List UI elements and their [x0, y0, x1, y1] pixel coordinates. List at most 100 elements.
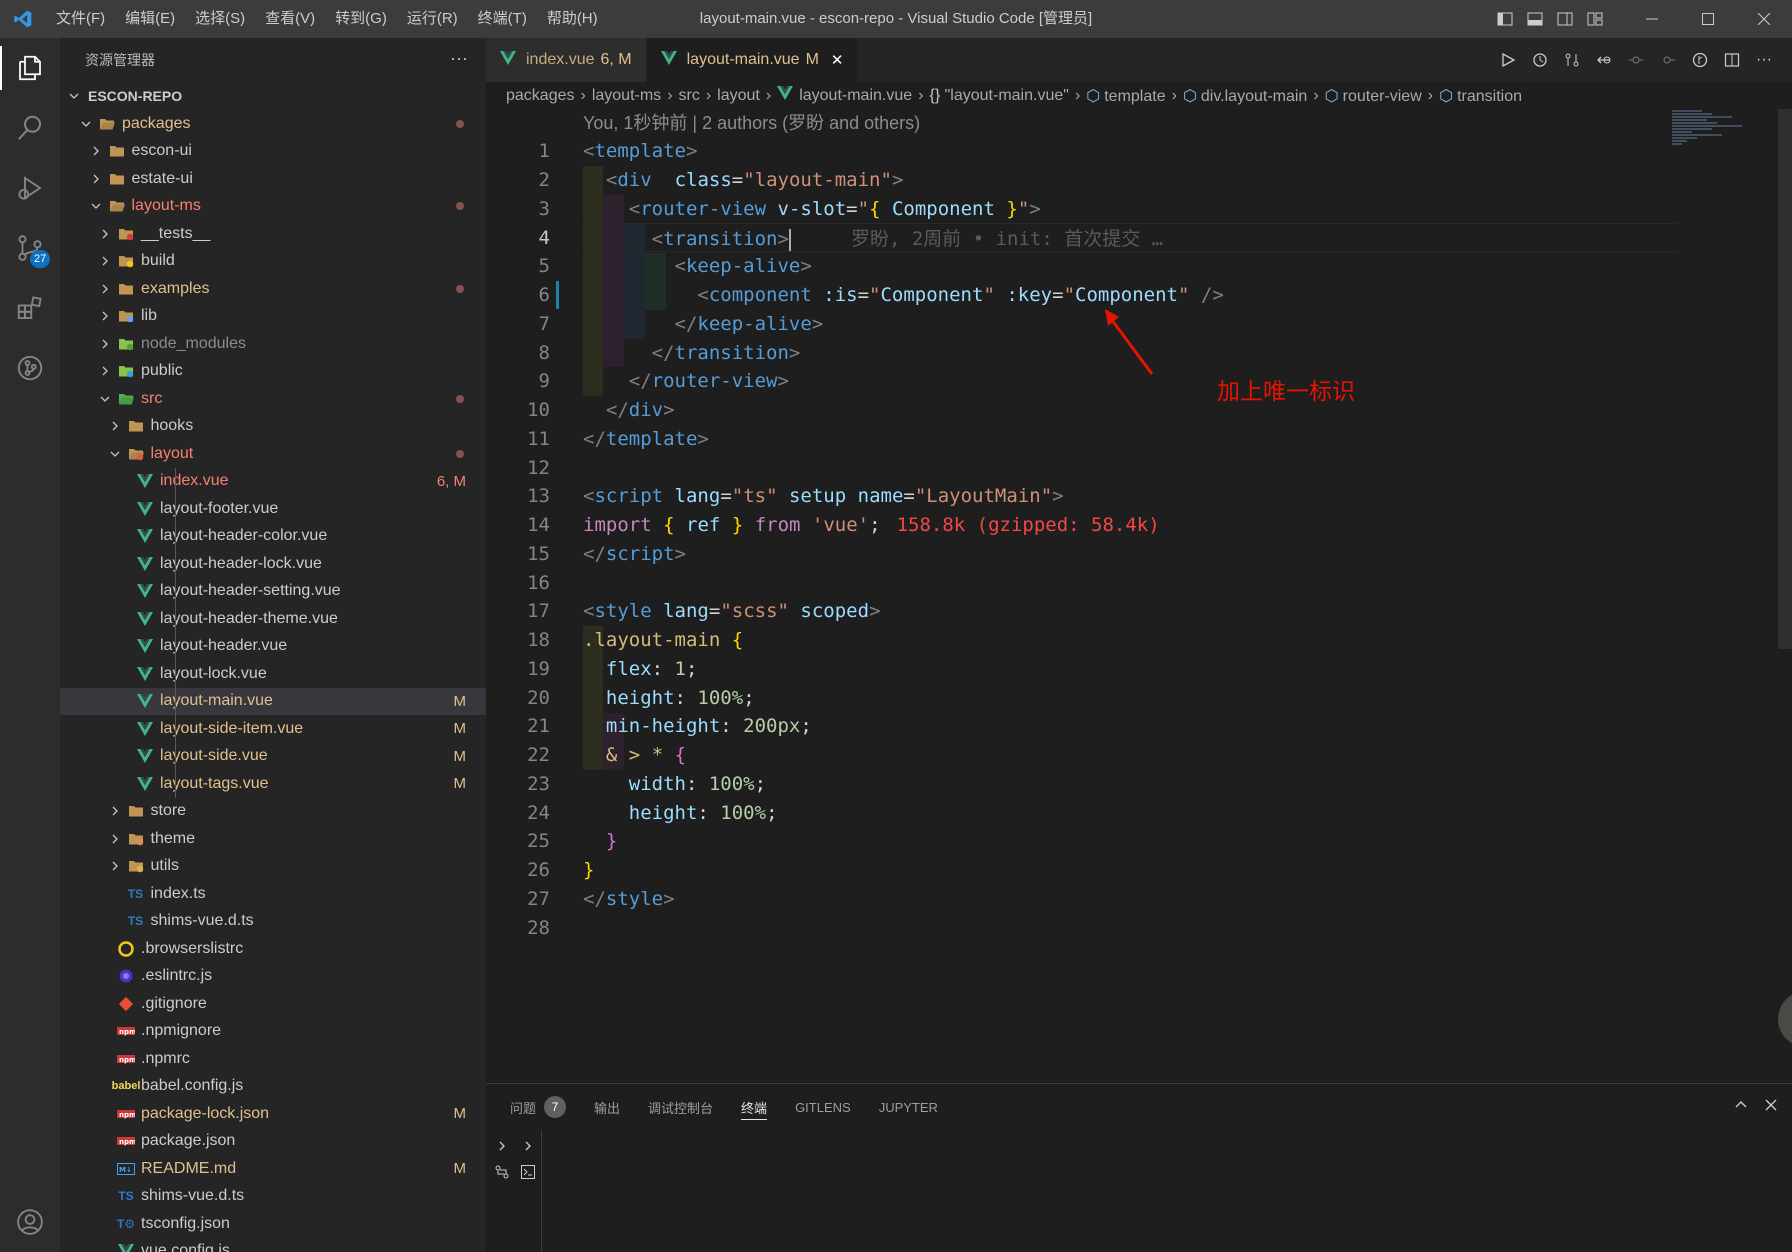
code-line[interactable]: 17 <style lang="scss" scoped> — [486, 597, 1792, 626]
code-line[interactable]: 1 <template> — [486, 137, 1792, 166]
tab-layout-main-vue[interactable]: layout-main.vue M ✕ — [646, 38, 859, 82]
tree-item[interactable]: build — [60, 248, 486, 276]
code-line[interactable]: 25 } — [486, 827, 1792, 856]
tree-item[interactable]: npm package-lock.json M — [60, 1100, 486, 1128]
code-editor[interactable]: You, 1秒钟前 | 2 authors (罗盼 and others) 1 <… — [486, 109, 1792, 1083]
breadcrumb-item[interactable]: {} "layout-main.vue" — [929, 87, 1068, 105]
menu-item[interactable]: 运行(R) — [397, 0, 468, 38]
menu-item[interactable]: 选择(S) — [185, 0, 255, 38]
code-lines[interactable]: 1 <template> 2 <div class="layout-main"> 3 … — [486, 137, 1792, 942]
tree-item[interactable]: TS shims-vue.d.ts — [60, 908, 486, 936]
tree-item[interactable]: src — [60, 385, 486, 413]
tree-item[interactable]: .browserslistrc — [60, 935, 486, 963]
code-line[interactable]: 15 </script> — [486, 540, 1792, 569]
source-control-icon[interactable]: 27 — [0, 218, 60, 278]
tab-index-vue[interactable]: index.vue 6, M — [486, 38, 647, 82]
code-line[interactable]: 18 .layout-main { — [486, 626, 1792, 655]
tree-item[interactable]: layout-side-item.vue M — [60, 715, 486, 743]
open-changes-icon[interactable] — [1588, 52, 1620, 68]
chevron-right-icon[interactable] — [518, 1136, 538, 1156]
tree-item[interactable]: store — [60, 798, 486, 826]
tree-item[interactable]: __tests__ — [60, 220, 486, 248]
chevron-right-icon[interactable] — [492, 1136, 512, 1156]
tree-item[interactable]: index.vue 6, M — [60, 468, 486, 496]
code-line[interactable]: 3 <router-view v-slot="{ Component }"> — [486, 195, 1792, 224]
compare-changes-icon[interactable] — [1556, 52, 1588, 68]
code-line[interactable]: 22 & > * { — [486, 741, 1792, 770]
breadcrumb-item[interactable]: layout-main.vue — [777, 86, 912, 105]
tree-item[interactable]: babel babel.config.js — [60, 1073, 486, 1101]
tree-item[interactable]: .gitignore — [60, 990, 486, 1018]
toggle-panel-icon[interactable] — [1520, 0, 1550, 38]
tree-item[interactable]: examples — [60, 275, 486, 303]
more-editor-actions-icon[interactable]: ··· — [1748, 51, 1780, 69]
minimap[interactable] — [1672, 109, 1772, 169]
panel-tab[interactable]: 终端 — [741, 1084, 768, 1130]
code-line[interactable]: 14 import { ref } from 'vue'; 158.8k (gzip… — [486, 511, 1792, 540]
code-line[interactable]: 19 flex: 1; — [486, 655, 1792, 684]
code-line[interactable]: 4 <transition> 罗盼, 2周前 • init: 首次提交 … — [486, 223, 1792, 252]
code-line[interactable]: 11 </template> — [486, 425, 1792, 454]
close-tab-icon[interactable]: ✕ — [831, 51, 844, 69]
toggle-secondary-sidebar-icon[interactable] — [1550, 0, 1580, 38]
split-editor-icon[interactable] — [1716, 52, 1748, 68]
run-icon[interactable] — [1492, 52, 1524, 68]
tree-item[interactable]: TS index.ts — [60, 880, 486, 908]
codelens-authors[interactable]: You, 1秒钟前 | 2 authors (罗盼 and others) — [583, 109, 920, 137]
toggle-primary-sidebar-icon[interactable] — [1490, 0, 1520, 38]
code-line[interactable]: 9 </router-view> — [486, 367, 1792, 396]
tree-item[interactable]: layout-lock.vue — [60, 660, 486, 688]
tree-item[interactable]: layout-header-theme.vue — [60, 605, 486, 633]
code-line[interactable]: 28 — [486, 913, 1792, 942]
menu-item[interactable]: 转到(G) — [325, 0, 397, 38]
breadcrumb-item[interactable]: ⬡ div.layout-main — [1183, 86, 1307, 106]
tree-item[interactable]: lib — [60, 303, 486, 331]
code-line[interactable]: 26} — [486, 856, 1792, 885]
code-line[interactable]: 7 </keep-alive> — [486, 310, 1792, 339]
tree-item[interactable]: layout-footer.vue — [60, 495, 486, 523]
tree-item[interactable]: layout-side.vue M — [60, 743, 486, 771]
code-line[interactable]: 10 </div> — [486, 396, 1792, 425]
code-line[interactable]: 27 </style> — [486, 885, 1792, 914]
minimize-icon[interactable] — [1624, 0, 1680, 38]
code-line[interactable]: 5 <keep-alive> — [486, 252, 1792, 281]
code-line[interactable]: 21 min-height: 200px; — [486, 712, 1792, 741]
panel-tab[interactable]: JUPYTER — [879, 1084, 938, 1130]
panel-tab[interactable]: GITLENS — [795, 1084, 851, 1130]
extensions-icon[interactable] — [0, 278, 60, 338]
tree-item[interactable]: npm .npmrc — [60, 1045, 486, 1073]
customize-layout-icon[interactable] — [1580, 0, 1610, 38]
tree-item[interactable]: utils — [60, 853, 486, 881]
tree-item[interactable]: npm .npmignore — [60, 1018, 486, 1046]
menu-item[interactable]: 帮助(H) — [537, 0, 608, 38]
tree-item[interactable]: layout-header-lock.vue — [60, 550, 486, 578]
tree-item[interactable]: estate-ui — [60, 165, 486, 193]
gitlens-icon[interactable] — [0, 338, 60, 398]
tree-item[interactable]: layout-header-setting.vue — [60, 578, 486, 606]
git-compare-icon[interactable] — [492, 1162, 512, 1182]
maximize-icon[interactable] — [1680, 0, 1736, 38]
code-line[interactable]: 20 height: 100%; — [486, 683, 1792, 712]
code-line[interactable]: 8 </transition> — [486, 338, 1792, 367]
panel-tab[interactable]: 问题 7 — [510, 1084, 567, 1130]
gitlens-inspect-icon[interactable] — [1684, 52, 1716, 68]
code-line[interactable]: 2 <div class="layout-main"> — [486, 166, 1792, 195]
breadcrumb-item[interactable]: ⬡ transition — [1439, 86, 1522, 106]
panel-tab[interactable]: 调试控制台 — [648, 1084, 713, 1130]
code-line[interactable]: 13 <script lang="ts" setup name="LayoutMa… — [486, 482, 1792, 511]
tree-item[interactable]: layout-tags.vue M — [60, 770, 486, 798]
panel-tab[interactable]: 输出 — [594, 1084, 620, 1130]
tree-item[interactable]: M↓ README.md M — [60, 1155, 486, 1183]
timeline-icon[interactable] — [1524, 52, 1556, 68]
code-line[interactable]: 12 — [486, 453, 1792, 482]
tree-item[interactable]: layout — [60, 440, 486, 468]
tree-item[interactable]: hooks — [60, 413, 486, 441]
code-line[interactable]: 6 <component :is="Component" :key="Compo… — [486, 281, 1792, 310]
menu-item[interactable]: 编辑(E) — [115, 0, 185, 38]
tree-item[interactable]: vue.config.js — [60, 1238, 486, 1252]
explorer-icon[interactable] — [0, 38, 60, 98]
breadcrumb-item[interactable]: src — [679, 87, 700, 105]
maximize-panel-icon[interactable] — [1734, 1098, 1748, 1116]
inline-blame[interactable]: 罗盼, 2周前 • init: 首次提交 … — [851, 228, 1163, 250]
breadcrumb-item[interactable]: packages — [506, 87, 575, 105]
